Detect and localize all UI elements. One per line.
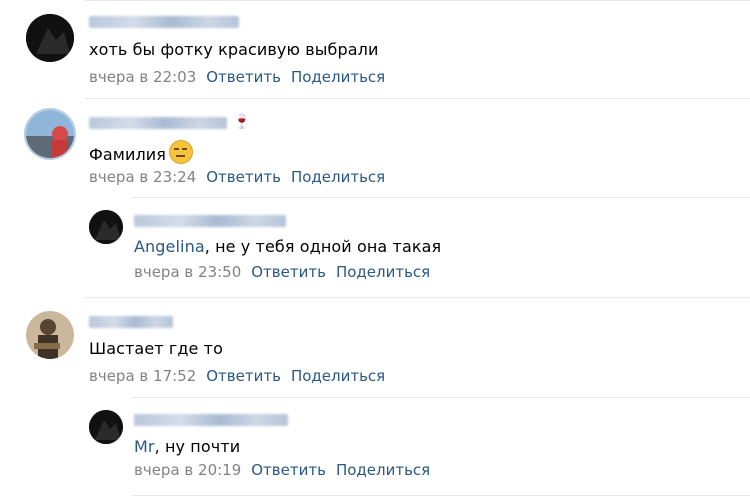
comment-text: Фамилия [89, 140, 193, 164]
comment-timestamp[interactable]: вчера в 23:50 [134, 263, 241, 281]
comment-author-name-blurred[interactable] [89, 16, 239, 28]
comment-text: Шастает где то [89, 339, 223, 358]
comment-timestamp[interactable]: вчера в 23:24 [89, 168, 196, 186]
comment-divider [132, 197, 750, 198]
comment-text: Angelina, не у тебя одной она такая [134, 237, 442, 256]
comment-author-name-blurred[interactable] [134, 215, 286, 227]
comment-meta: вчера в 17:52 Ответить Поделиться [89, 367, 385, 385]
avatar[interactable] [26, 311, 74, 359]
reply-link[interactable]: Ответить [251, 461, 326, 479]
reply-link[interactable]: Ответить [206, 367, 281, 385]
comment-timestamp[interactable]: вчера в 17:52 [89, 367, 196, 385]
share-link[interactable]: Поделиться [291, 367, 385, 385]
share-link[interactable]: Поделиться [336, 461, 430, 479]
comment-author-name-blurred[interactable] [89, 316, 173, 328]
comment-meta: вчера в 22:03 Ответить Поделиться [89, 68, 385, 86]
mention-link[interactable]: Mr [134, 437, 155, 456]
comment-meta: вчера в 23:24 Ответить Поделиться [89, 168, 385, 186]
reply-link[interactable]: Ответить [251, 263, 326, 281]
avatar[interactable] [26, 14, 74, 62]
mention-link[interactable]: Angelina [134, 237, 205, 256]
comment-text: Mr, ну почти [134, 437, 241, 456]
reply-link[interactable]: Ответить [206, 68, 281, 86]
reply-link[interactable]: Ответить [206, 168, 281, 186]
avatar[interactable] [89, 210, 123, 244]
comment-timestamp[interactable]: вчера в 22:03 [89, 68, 196, 86]
comment-divider [132, 397, 750, 398]
avatar[interactable] [89, 410, 123, 444]
comment-divider [85, 0, 750, 1]
comment-divider [85, 297, 750, 298]
comment-text: хоть бы фотку красивую выбрали [89, 40, 379, 59]
comments-thread: хоть бы фотку красивую выбрали вчера в 2… [0, 0, 750, 499]
share-link[interactable]: Поделиться [291, 68, 385, 86]
wine-glass-emoji: 🍷 [233, 114, 251, 130]
avatar[interactable] [24, 108, 76, 160]
comment-divider [85, 98, 750, 99]
comment-author-name-blurred[interactable] [89, 117, 227, 129]
comment-author-name-blurred[interactable] [134, 414, 288, 426]
comment-divider [132, 495, 750, 496]
comment-timestamp[interactable]: вчера в 20:19 [134, 461, 241, 479]
rolling-eyes-emoji-icon [169, 140, 193, 164]
share-link[interactable]: Поделиться [336, 263, 430, 281]
comment-meta: вчера в 23:50 Ответить Поделиться [134, 263, 430, 281]
comment-meta: вчера в 20:19 Ответить Поделиться [134, 461, 430, 479]
share-link[interactable]: Поделиться [291, 168, 385, 186]
